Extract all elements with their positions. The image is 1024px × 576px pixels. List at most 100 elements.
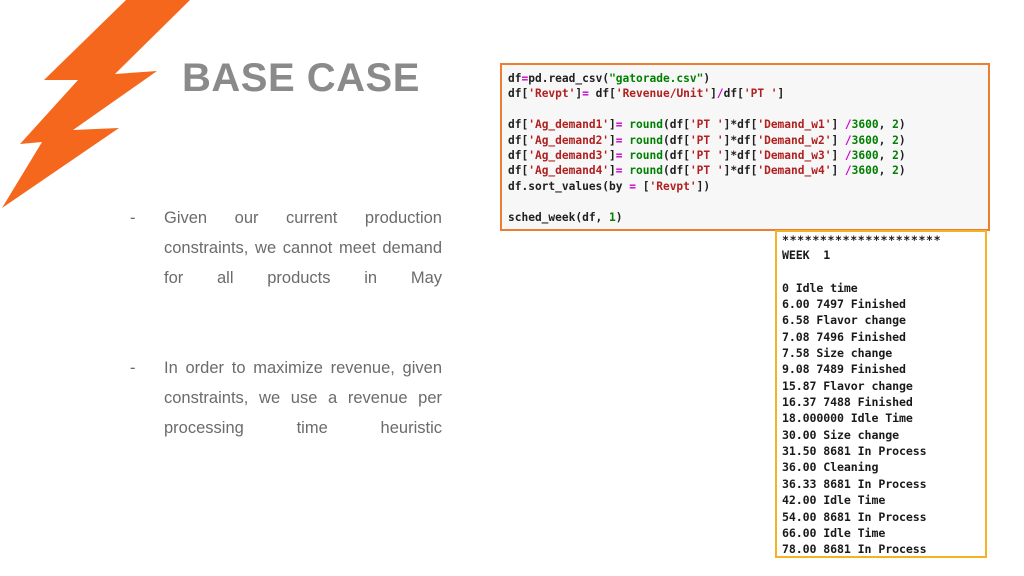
code-token: ] (609, 164, 616, 178)
code-token: (df[ (662, 164, 690, 178)
code-token: df[ (737, 149, 758, 163)
code-token: 2 (892, 133, 899, 147)
output-line: 42.00 Idle Time (782, 493, 886, 508)
code-token: = (615, 164, 623, 178)
code-token: 2 (892, 149, 899, 163)
code-token: 'PT ' (689, 118, 724, 132)
output-line: 7.58 Size change (782, 346, 893, 361)
code-line: df['Ag_demand3']= round(df['PT ']*df['De… (508, 148, 988, 163)
code-token: ) (615, 210, 623, 224)
code-line: df['Ag_demand4']= round(df['PT ']*df['De… (508, 163, 988, 178)
output-line: 15.87 Flavor change (782, 378, 913, 393)
code-token: 'Ag_demand1' (528, 118, 610, 132)
code-token: 3600 (851, 149, 879, 163)
code-token: ]) (696, 179, 711, 193)
code-token: 'Demand_w1' (757, 118, 832, 132)
code-token: 'Demand_w3' (757, 149, 832, 163)
code-token: ] (609, 118, 616, 132)
output-line: 6.00 7497 Finished (782, 297, 906, 312)
code-token: ) (898, 118, 906, 132)
code-token: 'PT ' (689, 164, 724, 178)
code-token: 2 (892, 118, 899, 132)
code-token: df[ (737, 118, 758, 132)
output-line: 18.000000 Idle Time (782, 411, 913, 426)
code-token: (df[ (662, 133, 690, 147)
code-line: sched_week(df, 1) (508, 210, 988, 225)
code-token: = (629, 179, 636, 193)
code-token: df[ (508, 118, 529, 132)
code-token: df[ (588, 87, 616, 101)
code-token: (df[ (662, 149, 690, 163)
output-header: WEEK 1 (782, 248, 831, 262)
output-line: 31.50 8681 In Process (782, 444, 927, 459)
code-token: round (629, 149, 663, 163)
bullet-list: - Given our current production constraint… (130, 203, 442, 503)
code-line: df['Ag_demand1']= round(df['PT ']*df['De… (508, 117, 988, 132)
code-token: ) (703, 72, 711, 85)
code-token: / (844, 133, 852, 147)
code-token: 'Ag_demand4' (528, 164, 610, 178)
code-token: 'Demand_w2' (757, 133, 832, 147)
output-line: 7.08 7496 Finished (782, 329, 906, 344)
code-token: = (615, 149, 623, 163)
code-token: / (844, 118, 852, 132)
code-token: 3600 (851, 133, 879, 147)
code-token: (df[ (662, 118, 690, 132)
code-line: df=pd.read_csv("gatorade.csv") (508, 71, 988, 86)
code-token: 'Revpt' (528, 87, 576, 101)
code-token: / (844, 164, 852, 178)
code-token: ] (831, 149, 845, 163)
code-token: / (716, 87, 724, 101)
output-line: 16.37 7488 Finished (782, 395, 913, 410)
bullet-item: - Given our current production constraint… (130, 203, 442, 323)
code-token: df[ (737, 133, 758, 147)
code-token: df[ (737, 164, 758, 178)
bullet-text: In order to maximize revenue, given cons… (164, 359, 442, 437)
bullet-marker: - (130, 209, 136, 227)
output-blank-line (782, 263, 985, 279)
code-token: 'Ag_demand2' (528, 133, 610, 147)
console-output-panel: ********************* WEEK 1 0 Idle time 6.… (775, 230, 987, 558)
code-token: ] (777, 87, 785, 101)
code-token: , (878, 149, 893, 163)
code-token: df[ (508, 164, 529, 178)
code-token: 'Ag_demand3' (528, 149, 610, 163)
output-line: 36.00 Cleaning (782, 460, 879, 475)
code-token: 2 (892, 164, 899, 178)
code-token: ] (831, 164, 845, 178)
code-token: "gatorade.csv" (609, 72, 704, 85)
code-token: sched_week(df, (508, 210, 610, 224)
code-token: df[ (723, 87, 744, 101)
bullet-marker: - (130, 359, 136, 377)
code-token: 'Demand_w4' (757, 164, 832, 178)
code-line: df.sort_values(by = ['Revpt']) (508, 179, 988, 194)
lightning-bolt-icon (2, 0, 190, 208)
code-token: 'PT ' (743, 87, 778, 101)
bullet-text: Given our current production constraints… (164, 209, 442, 287)
code-token: ] (609, 133, 616, 147)
output-line: 6.58 Flavor change (782, 313, 906, 328)
code-token: ) (898, 149, 906, 163)
code-token: / (844, 149, 852, 163)
code-token: df[ (508, 133, 529, 147)
code-token: round (629, 164, 663, 178)
code-token: 3600 (851, 164, 879, 178)
output-line: 54.00 8681 In Process (782, 509, 927, 524)
code-token: 1 (609, 210, 616, 224)
code-token: 3600 (851, 118, 879, 132)
output-separator: ********************* (782, 233, 942, 247)
code-snippet-panel: df=pd.read_csv("gatorade.csv") df['Revpt'… (500, 63, 990, 231)
code-token: df (508, 72, 522, 85)
code-line: df['Revpt']= df['Revenue/Unit']/df['PT '… (508, 86, 988, 101)
code-token: ) (898, 133, 906, 147)
code-token: pd.read_csv( (528, 72, 610, 85)
code-line: df['Ag_demand2']= round(df['PT ']*df['De… (508, 133, 988, 148)
code-token: df[ (508, 149, 529, 163)
code-token: 'Revenue/Unit' (615, 87, 711, 101)
code-token: ] (609, 149, 616, 163)
code-token: 'PT ' (689, 149, 724, 163)
output-line: 36.33 8681 In Process (782, 476, 927, 491)
code-token: ] (831, 133, 845, 147)
